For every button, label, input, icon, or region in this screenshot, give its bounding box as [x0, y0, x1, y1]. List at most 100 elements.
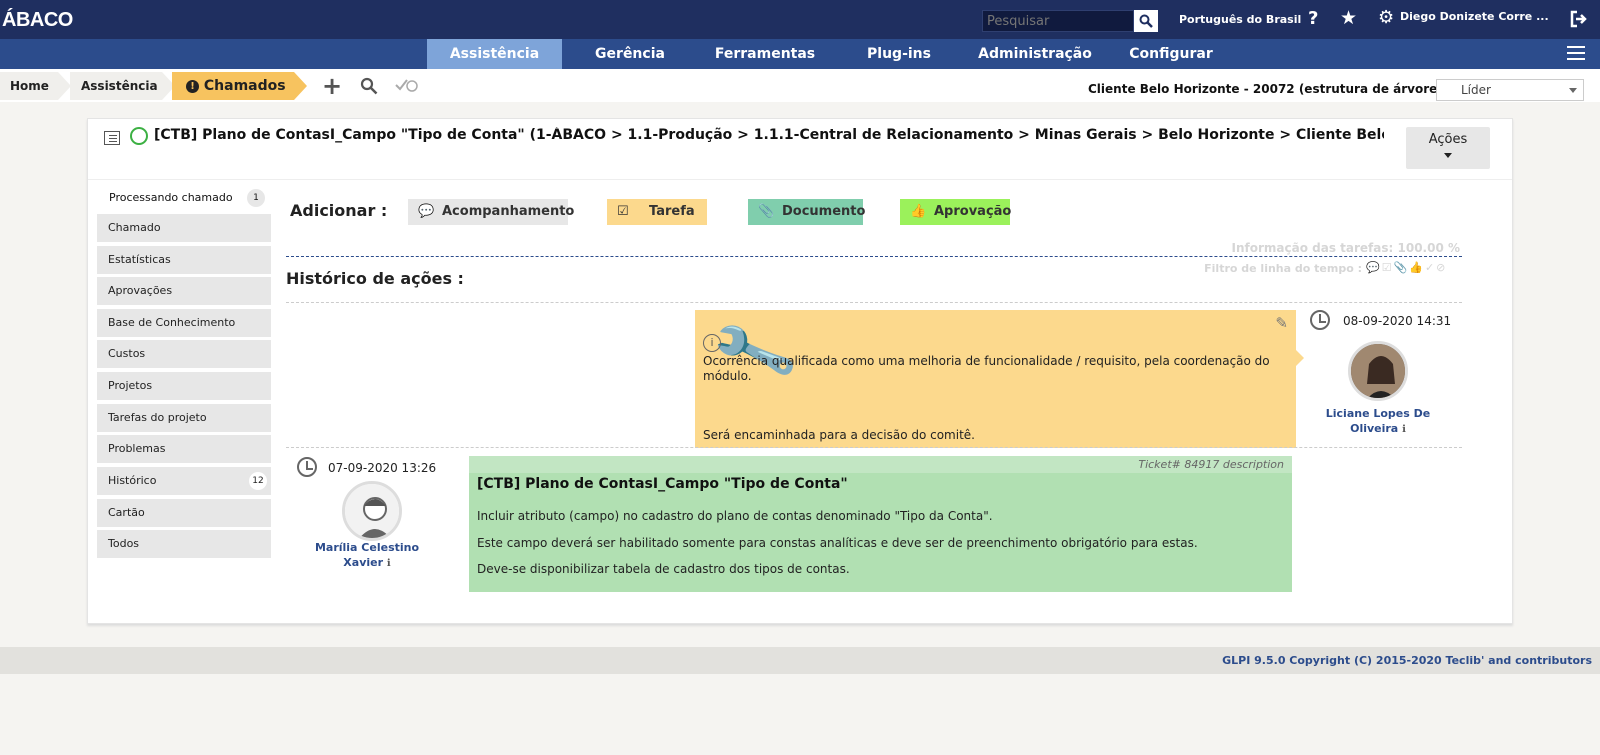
tab-processando-chamado[interactable]: Processando chamado 1 — [97, 189, 269, 207]
gear-icon[interactable]: ⚙ — [1378, 7, 1394, 28]
breadcrumb-chamados[interactable]: ! Chamados — [172, 72, 307, 100]
menu-gerencia[interactable]: Gerência — [580, 39, 680, 69]
language-selector[interactable]: Português do Brasil — [1179, 13, 1301, 26]
tasks-progress: Informação das tarefas: 100.00 % — [1231, 241, 1460, 255]
search-input[interactable] — [982, 10, 1134, 32]
author-name-label: Liciane Lopes De Oliveira — [1325, 407, 1431, 435]
description-text: Este campo deverá ser habilitado somente… — [477, 536, 1198, 550]
thumbs-up-icon: 👍 — [910, 204, 927, 219]
button-label: Acompanhamento — [442, 204, 575, 219]
item-date: 07-09-2020 13:26 — [328, 461, 437, 475]
chevron-down-icon — [1569, 88, 1577, 93]
breadcrumb-assistencia[interactable]: Assistência — [70, 72, 175, 100]
description-text: Deve-se disponibilizar tabela de cadastr… — [477, 562, 850, 576]
history-title: Histórico de ações : — [286, 269, 464, 288]
author-name[interactable]: Marília Celestino Xavier ℹ — [312, 540, 422, 571]
alert-icon: ! — [186, 80, 199, 93]
task-text: Ocorrência qualificada como uma melhoria… — [703, 354, 1270, 383]
divider — [286, 256, 1462, 257]
author-name-label: Marília Celestino Xavier — [314, 541, 420, 569]
timeline-item-description: Ticket# 84917 description [CTB] Plano de… — [469, 456, 1292, 592]
clock-icon — [1310, 310, 1330, 330]
divider — [286, 447, 1462, 448]
tab-estatisticas[interactable]: Estatísticas — [97, 246, 271, 274]
search-button[interactable] — [1134, 10, 1158, 32]
count-badge: 1 — [247, 189, 265, 207]
breadcrumb-label: Chamados — [203, 78, 286, 94]
comment-icon: 💬 — [418, 204, 435, 219]
actions-button[interactable]: Ações — [1406, 127, 1490, 169]
entity-label: Cliente Belo Horizonte - 20072 (estrutur… — [1088, 82, 1443, 96]
breadcrumb-label: Assistência — [81, 79, 158, 93]
breadcrumb-label: Home — [10, 79, 49, 93]
item-date: 08-09-2020 14:31 — [1343, 314, 1452, 328]
tab-todos[interactable]: Todos — [97, 530, 271, 558]
user-menu[interactable]: Diego Donizete Corre ... — [1400, 10, 1549, 23]
add-document-button[interactable]: 📎 Documento — [748, 199, 866, 225]
profile-value: Líder — [1461, 83, 1491, 97]
button-label: Aprovação — [934, 204, 1012, 219]
tab-chamado[interactable]: Chamado — [97, 214, 271, 242]
info-icon: i — [703, 334, 721, 352]
ticket-ref: Ticket# 84917 description — [469, 456, 1292, 473]
add-followup-button[interactable]: 💬 Acompanhamento — [408, 199, 574, 225]
button-label: Tarefa — [649, 204, 695, 219]
tab-custos[interactable]: Custos — [97, 340, 271, 368]
list-icon — [104, 131, 120, 145]
edit-icon[interactable]: ✎ — [1275, 314, 1288, 332]
copyright-link[interactable]: GLPI 9.5.0 Copyright (C) 2015-2020 Tecli… — [1222, 654, 1592, 667]
add-label: Adicionar : — [290, 201, 388, 220]
tab-problemas[interactable]: Problemas — [97, 435, 271, 463]
breadcrumb: Home Assistência ! Chamados + Cliente Be… — [0, 69, 1600, 102]
profile-select[interactable]: Líder — [1436, 79, 1584, 101]
ticket-title-row: [CTB] Plano de ContasI_Campo "Tipo de Co… — [88, 119, 1512, 180]
star-icon[interactable]: ★ — [1340, 7, 1357, 29]
menu-ferramentas[interactable]: Ferramentas — [710, 39, 820, 69]
search-icon — [1139, 14, 1153, 28]
status-new-icon — [130, 127, 148, 145]
help-icon[interactable]: ? — [1308, 8, 1318, 29]
tab-projetos[interactable]: Projetos — [97, 372, 271, 400]
search-icon[interactable] — [360, 77, 378, 95]
clock-icon — [297, 457, 317, 477]
tab-historico[interactable]: Histórico 12 — [97, 467, 271, 495]
count-badge: 12 — [249, 472, 267, 490]
description-text: Incluir atributo (campo) no cadastro do … — [477, 509, 993, 523]
main-menu: Assistência Gerência Ferramentas Plug-in… — [0, 39, 1600, 69]
tab-label: Processando chamado — [109, 191, 233, 204]
menu-plugins[interactable]: Plug-ins — [856, 39, 942, 69]
menu-administracao[interactable]: Administração — [976, 39, 1094, 69]
chevron-down-icon — [1444, 153, 1452, 158]
paperclip-icon: 📎 — [758, 204, 775, 219]
tab-cartao[interactable]: Cartão — [97, 499, 271, 527]
info-icon: ℹ — [1402, 424, 1406, 435]
add-approval-button[interactable]: 👍 Aprovação — [900, 199, 1012, 225]
timeline-filter-icons[interactable]: 💬☑📎👍✓⊘ — [1366, 261, 1447, 274]
actions-label: Ações — [1428, 132, 1468, 147]
tab-aprovacoes[interactable]: Aprovações — [97, 277, 271, 305]
tab-base-conhecimento[interactable]: Base de Conhecimento — [97, 309, 271, 337]
ticket-card: [CTB] Plano de ContasI_Campo "Tipo de Co… — [87, 118, 1513, 624]
add-icon[interactable]: + — [322, 72, 342, 100]
add-task-button[interactable]: ☑ Tarefa — [607, 199, 707, 225]
tab-label: Histórico — [108, 474, 157, 487]
avatar[interactable] — [1348, 341, 1408, 401]
description-title: [CTB] Plano de ContasI_Campo "Tipo de Co… — [477, 476, 848, 492]
breadcrumb-home[interactable]: Home — [0, 72, 71, 100]
avatar[interactable] — [342, 481, 402, 541]
app-logo[interactable]: ÁBACO — [2, 9, 73, 32]
info-icon: ℹ — [386, 558, 391, 569]
timeline-item-task: 🔧 i ✎ Ocorrência qualificada como uma me… — [695, 306, 1304, 448]
author-name[interactable]: Liciane Lopes De Oliveira ℹ — [1315, 406, 1441, 437]
logout-icon[interactable] — [1570, 10, 1588, 28]
button-label: Documento — [782, 204, 866, 219]
task-text: Será encaminhada para a decisão do comit… — [703, 428, 975, 442]
tab-tarefas-projeto[interactable]: Tarefas do projeto — [97, 404, 271, 432]
menu-configurar[interactable]: Configurar — [1124, 39, 1218, 69]
menu-assistencia[interactable]: Assistência — [427, 39, 562, 69]
hamburger-icon[interactable] — [1567, 46, 1585, 60]
timeline-filter-label: Filtro de linha do tempo : — [1204, 262, 1362, 275]
check-clock-icon[interactable] — [395, 78, 419, 92]
divider — [286, 302, 1462, 303]
bubble-arrow — [1296, 350, 1304, 366]
